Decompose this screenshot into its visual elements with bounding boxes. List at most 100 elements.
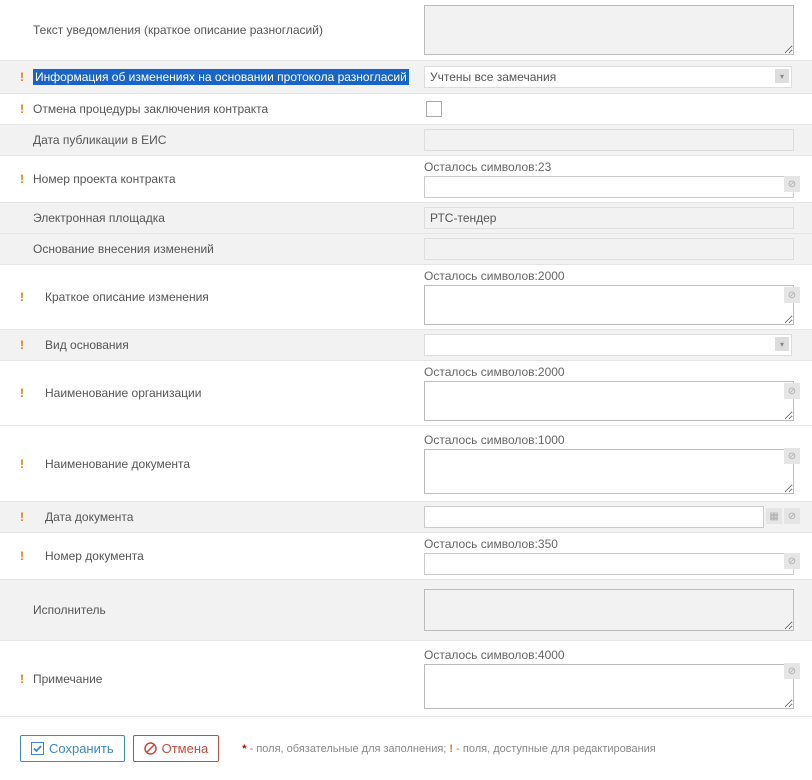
label-note: ! Примечание [0,641,420,716]
select-info-changes[interactable]: Учтены все замечания ▾ [424,66,792,88]
row-doc-date: ! Дата документа ▦ ⊘ [0,502,812,533]
label-text: Электронная площадка [33,211,165,225]
legend: * - поля, обязательные для заполнения; !… [242,743,655,755]
legend-star-text: - поля, обязательные для заполнения; [247,743,450,755]
required-marker: ! [20,290,28,304]
input-cell-org-name: Осталось символов:2000 ⊘ [420,361,812,425]
required-marker: ! [20,457,28,471]
clear-icon[interactable]: ⊘ [784,383,800,399]
row-org-name: ! Наименование организации Осталось симв… [0,361,812,426]
textarea-change-desc[interactable] [424,285,794,325]
select-value: Учтены все замечания [430,70,556,84]
required-marker: ! [20,672,28,686]
row-notification-text: Текст уведомления (краткое описание разн… [0,0,812,61]
clear-icon[interactable]: ⊘ [784,176,800,192]
label-pub-date: Дата публикации в ЕИС [0,125,420,155]
char-counter: Осталось символов:2000 [424,365,804,379]
label-text: Наименование организации [45,386,201,400]
label-text-highlighted: Информация об изменениях на основании пр… [33,69,409,85]
input-project-number[interactable] [424,176,794,198]
textarea-org-name[interactable] [424,381,794,421]
label-text: Основание внесения изменений [33,242,214,256]
chevron-down-icon: ▾ [775,337,789,351]
clear-icon[interactable]: ⊘ [784,553,800,569]
button-label: Сохранить [49,741,114,756]
char-counter: Осталось символов:23 [424,160,804,174]
textarea-notification-text[interactable] [424,5,794,55]
input-cell-change-basis [420,234,812,264]
input-cell-doc-name: Осталось символов:1000 ⊘ [420,426,812,501]
required-marker: ! [20,338,28,352]
row-info-changes: ! Информация об изменениях на основании … [0,61,812,94]
clear-icon[interactable]: ⊘ [784,663,800,679]
save-button[interactable]: Сохранить [20,735,125,762]
clear-icon[interactable]: ⊘ [784,448,800,464]
label-text: Исполнитель [33,603,106,617]
label-text: Краткое описание изменения [45,290,209,304]
input-cell-doc-number: Осталось символов:350 ⊘ [420,533,812,579]
input-cell-platform: РТС-тендер [420,203,812,233]
required-marker: ! [20,510,28,524]
input-cell-pub-date [420,125,812,155]
label-text: Дата публикации в ЕИС [33,133,166,147]
input-cell-doc-date: ▦ ⊘ [420,502,812,532]
input-cell-basis-type: ▾ [420,330,812,360]
label-text: Номер документа [45,549,144,563]
char-counter: Осталось символов:4000 [424,648,804,662]
checkbox-cancel-procedure[interactable] [426,101,442,117]
input-cell-change-desc: Осталось символов:2000 ⊘ [420,265,812,329]
select-basis-type[interactable]: ▾ [424,334,792,356]
required-marker: ! [20,172,28,186]
row-executor: Исполнитель [0,580,812,641]
char-counter: Осталось символов:350 [424,537,804,551]
row-note: ! Примечание Осталось символов:4000 ⊘ [0,641,812,717]
footer: Сохранить Отмена * - поля, обязательные … [0,717,812,780]
input-doc-date[interactable] [424,506,764,528]
calendar-icon[interactable]: ▦ [766,508,782,524]
label-text: Текст уведомления (краткое описание разн… [33,23,323,37]
required-marker: ! [20,102,28,116]
required-marker: ! [20,549,28,563]
readonly-pub-date [424,129,794,151]
label-cancel-procedure: ! Отмена процедуры заключения контракта [0,94,420,124]
label-doc-date: ! Дата документа [0,502,420,532]
textarea-note[interactable] [424,664,794,709]
textarea-executor[interactable] [424,589,794,631]
row-basis-type: ! Вид основания ▾ [0,330,812,361]
row-platform: Электронная площадка РТС-тендер [0,203,812,234]
clear-icon[interactable]: ⊘ [784,287,800,303]
input-cell-note: Осталось символов:4000 ⊘ [420,641,812,716]
label-text: Номер проекта контракта [33,172,176,186]
input-cell-cancel-procedure [420,94,812,124]
input-doc-number[interactable] [424,553,794,575]
textarea-doc-name[interactable] [424,449,794,494]
char-counter: Осталось символов:2000 [424,269,804,283]
label-platform: Электронная площадка [0,203,420,233]
label-text: Отмена процедуры заключения контракта [33,102,268,116]
cancel-button[interactable]: Отмена [133,735,220,762]
row-change-desc: ! Краткое описание изменения Осталось си… [0,265,812,330]
chevron-down-icon: ▾ [775,69,789,83]
row-change-basis: Основание внесения изменений [0,234,812,265]
row-doc-number: ! Номер документа Осталось символов:350 … [0,533,812,580]
input-cell-info-changes: Учтены все замечания ▾ [420,61,812,93]
label-doc-name: ! Наименование документа [0,426,420,501]
clear-icon[interactable]: ⊘ [784,508,800,524]
label-text: Примечание [33,672,102,686]
required-marker: ! [20,70,28,84]
cancel-icon [144,742,157,755]
row-doc-name: ! Наименование документа Осталось символ… [0,426,812,502]
required-marker: ! [20,386,28,400]
label-project-number: ! Номер проекта контракта [0,156,420,202]
label-doc-number: ! Номер документа [0,533,420,579]
platform-value: РТС-тендер [430,211,496,225]
label-notification-text: Текст уведомления (краткое описание разн… [0,0,420,60]
label-info-changes: ! Информация об изменениях на основании … [0,61,420,93]
input-cell-notification-text [420,0,812,60]
button-label: Отмена [162,741,209,756]
row-pub-date: Дата публикации в ЕИС [0,125,812,156]
label-change-desc: ! Краткое описание изменения [0,265,420,329]
label-basis-type: ! Вид основания [0,330,420,360]
row-project-number: ! Номер проекта контракта Осталось симво… [0,156,812,203]
readonly-platform: РТС-тендер [424,207,794,229]
